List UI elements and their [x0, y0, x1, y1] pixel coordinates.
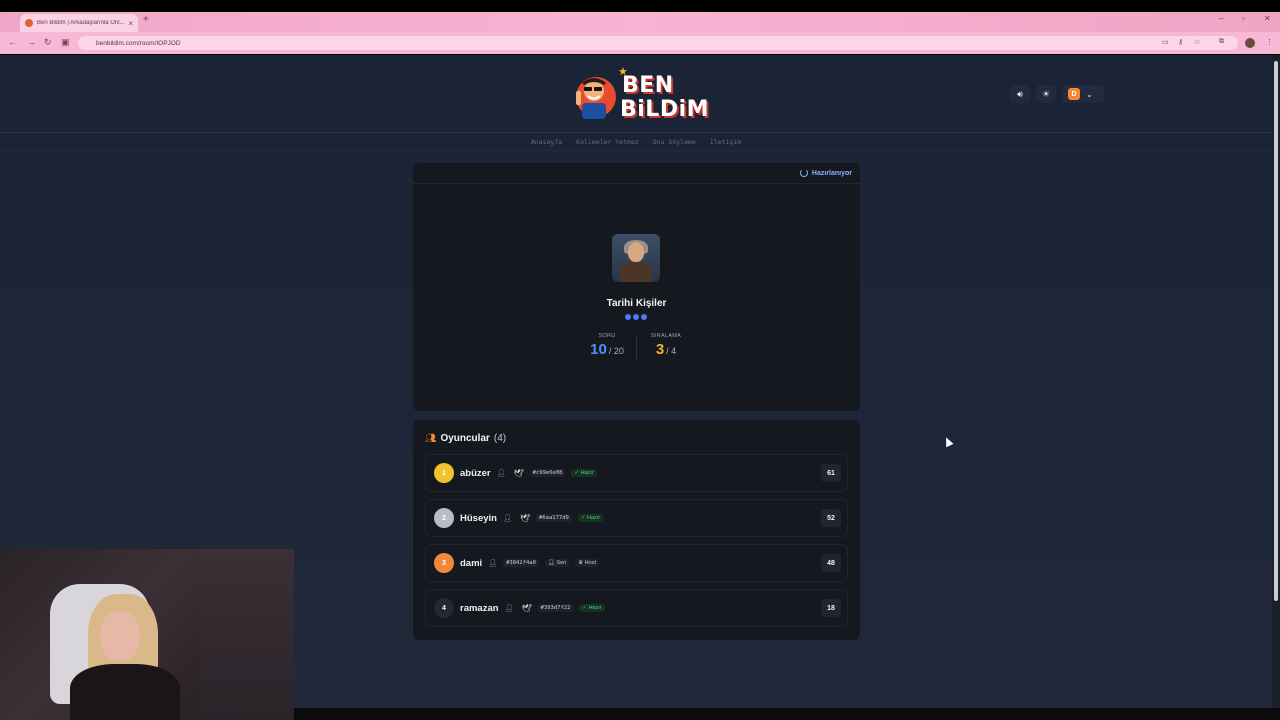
browser-tab[interactable]: Ben Bildim | Arkadaşlarınla Onl... × — [20, 14, 138, 32]
game-status-text: Hazırlanıyor — [811, 169, 852, 177]
player-score: 52 — [821, 509, 841, 527]
rank-label: SIRALAMA — [650, 333, 682, 339]
question-current: 10 — [590, 341, 607, 358]
player-name: dami — [460, 557, 483, 569]
logo-text-ben: BEN — [622, 73, 674, 98]
game-status-row: Hazırlanıyor — [413, 163, 860, 184]
category-image — [612, 234, 660, 282]
profile-avatar[interactable] — [1245, 38, 1255, 48]
player-rank: 4 — [434, 598, 454, 618]
rank-current: 3 — [655, 341, 665, 358]
player-rank: 2 — [434, 508, 454, 528]
page-scrollbar[interactable] — [1272, 55, 1280, 708]
player-id: #6aa177d9 — [536, 514, 572, 522]
maximize-icon[interactable]: ▫ — [1242, 14, 1245, 23]
player-row: 3 dami 👤︎ #3842f4a0 👤︎ Sen ♛ Host 48 — [425, 544, 848, 582]
question-stat: SORU 10 / 20 — [578, 333, 636, 361]
game-stats: SORU 10 / 20 SIRALAMA 3 / 4 — [413, 333, 860, 361]
player-rank: 3 — [434, 553, 454, 573]
bird-icon: 🕊︎ — [519, 513, 531, 523]
player-score: 61 — [821, 464, 841, 482]
nav-item-anasayfa[interactable]: Anasayfa — [531, 138, 562, 146]
user-icon: 👤︎ — [502, 515, 512, 522]
me-badge: 👤︎ Sen — [544, 559, 570, 567]
rank-total: / 4 — [666, 346, 677, 356]
game-card: Hazırlanıyor Tarihi Kişiler SORU 10 / 20… — [413, 163, 860, 411]
url-text: benbildim.com/room/IOPJOD — [96, 39, 181, 47]
nav-item-onu-soyleme[interactable]: Onu Söyleme — [653, 138, 696, 146]
tab-title: Ben Bildim | Arkadaşlarınla Onl... — [37, 20, 125, 26]
top-edge — [0, 0, 1280, 12]
host-badge: ♛ Host — [575, 559, 599, 567]
favicon-icon — [25, 19, 33, 27]
sound-button[interactable]: 🔊︎ — [1010, 85, 1030, 103]
site-logo[interactable]: ★ BEN BiLDiM — [570, 65, 709, 127]
chevron-down-icon: ⌄ — [1086, 89, 1093, 99]
players-count: (4) — [493, 433, 507, 444]
theme-toggle-button[interactable]: ☀ — [1036, 85, 1056, 103]
player-score: 18 — [821, 599, 841, 617]
nav-item-kelimeler-yetmez[interactable]: Kelimeler Yetmez — [576, 138, 639, 146]
side-panel-icon[interactable]: ▣ — [61, 37, 70, 48]
loading-dots — [625, 314, 647, 320]
menu-dots-icon[interactable]: ⋮ — [1266, 38, 1273, 46]
player-row: 4 ramazan 👤︎ 🕊︎ #393d7f22 ✓ Hazır 18 — [425, 589, 848, 627]
reload-icon[interactable]: ↻ — [44, 37, 52, 48]
player-name: abüzer — [460, 467, 491, 479]
players-title: Oyuncular — [440, 433, 490, 444]
players-card: 👥︎ Oyuncular (4) 1 abüzer 👤︎ 🕊︎ #c99e6e0… — [413, 420, 860, 640]
game-status: Hazırlanıyor — [799, 169, 852, 177]
player-id: #3842f4a0 — [503, 559, 539, 567]
logo-text-bildim: BiLDiM — [620, 97, 710, 122]
user-icon: 👤︎ — [504, 605, 514, 612]
players-header: 👥︎ Oyuncular (4) — [425, 433, 506, 444]
tab-close-icon[interactable]: × — [128, 19, 133, 28]
extensions-icon[interactable]: ⧉ — [1219, 38, 1224, 46]
webcam-overlay — [0, 549, 294, 720]
window-close-icon[interactable]: ✕ — [1264, 14, 1271, 23]
nav-item-iletisim[interactable]: İletişim — [710, 138, 741, 146]
password-key-icon[interactable]: ⚷ — [1178, 38, 1183, 46]
ready-badge: ✓ Hazır — [571, 469, 597, 477]
browser-tab-strip: ⌄ Ben Bildim | Arkadaşlarınla Onl... × +… — [0, 12, 1280, 36]
cast-icon[interactable]: ▭ — [1162, 38, 1169, 46]
rank-stat: SIRALAMA 3 / 4 — [637, 333, 695, 361]
user-icon: 👤︎ — [488, 560, 498, 567]
ready-badge: ✓ Hazır — [579, 604, 605, 612]
category-title: Tarihi Kişiler — [606, 298, 667, 309]
scrollbar-thumb[interactable] — [1274, 61, 1278, 601]
player-name: Hüseyin — [460, 512, 497, 524]
site-header: ★ BEN BiLDiM 🔊︎ ☀ D ⌄ — [0, 55, 1272, 133]
player-row: 2 Hüseyin 👤︎ 🕊︎ #6aa177d9 ✓ Hazır 52 — [425, 499, 848, 537]
user-avatar: D — [1068, 88, 1080, 100]
forward-icon[interactable]: → — [27, 37, 36, 47]
spinner-icon — [799, 169, 808, 177]
user-menu-button[interactable]: D ⌄ — [1062, 85, 1104, 103]
player-id: #393d7f22 — [537, 604, 574, 612]
question-total: / 20 — [608, 346, 624, 356]
new-tab-icon[interactable]: + — [143, 14, 149, 25]
main-nav: Anasayfa Kelimeler Yetmez Onu Söyleme İl… — [0, 133, 1272, 151]
player-id: #c99e6e08 — [529, 469, 566, 477]
bird-icon: 🕊︎ — [521, 603, 532, 613]
player-score: 48 — [821, 554, 841, 572]
bird-icon: 🕊︎ — [513, 468, 524, 478]
ready-badge: ✓ Hazır — [577, 514, 604, 522]
users-icon: 👥︎ — [425, 433, 437, 443]
player-name: ramazan — [460, 602, 499, 614]
minimize-icon[interactable]: – — [1219, 14, 1223, 23]
sun-icon: ☀ — [1041, 88, 1051, 99]
player-rank: 1 — [434, 463, 454, 483]
speaker-icon: 🔊︎ — [1017, 88, 1023, 99]
question-label: SORU — [598, 333, 616, 339]
url-field[interactable]: benbildim.com/room/IOPJOD — [78, 36, 1238, 50]
bookmark-star-icon[interactable]: ☆ — [1194, 38, 1200, 46]
player-row: 1 abüzer 👤︎ 🕊︎ #c99e6e08 ✓ Hazır 61 — [425, 454, 848, 492]
back-icon[interactable]: ← — [8, 37, 17, 47]
mascot-icon — [576, 77, 616, 119]
user-icon: 👤︎ — [496, 470, 506, 477]
